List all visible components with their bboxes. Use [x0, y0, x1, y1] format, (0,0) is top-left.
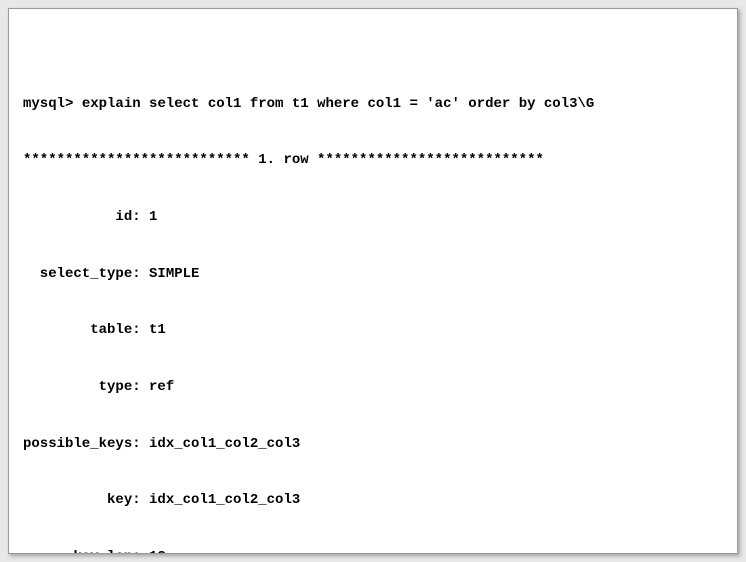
field-label: key_len: [23, 549, 132, 554]
query-block-1: mysql> explain select col1 from t1 where…: [23, 57, 723, 554]
explain-field-type: type: ref: [23, 378, 723, 397]
field-value: ref: [149, 379, 174, 395]
mysql-prompt: mysql>: [23, 96, 73, 112]
prompt-line: mysql> explain select col1 from t1 where…: [23, 95, 723, 114]
field-value: idx_col1_col2_col3: [149, 436, 300, 452]
explain-field-select-type: select_type: SIMPLE: [23, 265, 723, 284]
explain-field-key-len: key_len: 13: [23, 548, 723, 554]
field-value: 13: [149, 549, 166, 554]
explain-field-possible-keys: possible_keys: idx_col1_col2_col3: [23, 435, 723, 454]
mysql-terminal[interactable]: mysql> explain select col1 from t1 where…: [8, 8, 738, 554]
field-label: id: [23, 209, 132, 225]
field-label: type: [23, 379, 132, 395]
field-value: idx_col1_col2_col3: [149, 492, 300, 508]
sql-command: explain select col1 from t1 where col1 =…: [82, 96, 594, 112]
field-label: possible_keys: [23, 436, 132, 452]
field-label: key: [23, 492, 132, 508]
row-separator: *************************** 1. row *****…: [23, 151, 723, 170]
field-value: 1: [149, 209, 157, 225]
field-label: select_type: [23, 266, 132, 282]
field-value: t1: [149, 322, 166, 338]
explain-field-key: key: idx_col1_col2_col3: [23, 491, 723, 510]
explain-field-id: id: 1: [23, 208, 723, 227]
field-value: SIMPLE: [149, 266, 199, 282]
explain-field-table: table: t1: [23, 321, 723, 340]
field-label: table: [23, 322, 132, 338]
